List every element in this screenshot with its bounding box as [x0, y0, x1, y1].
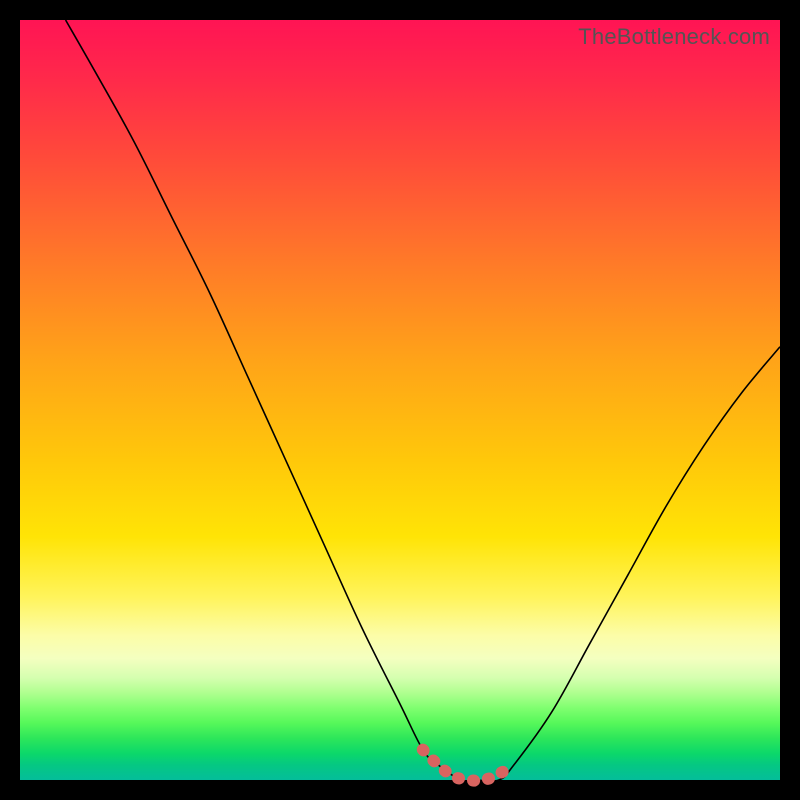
plot-area: TheBottleneck.com	[20, 20, 780, 780]
curve-svg	[20, 20, 780, 780]
optimal-zone-highlight-path	[423, 750, 514, 781]
chart-container: TheBottleneck.com	[0, 0, 800, 800]
bottleneck-curve-path	[66, 20, 780, 781]
